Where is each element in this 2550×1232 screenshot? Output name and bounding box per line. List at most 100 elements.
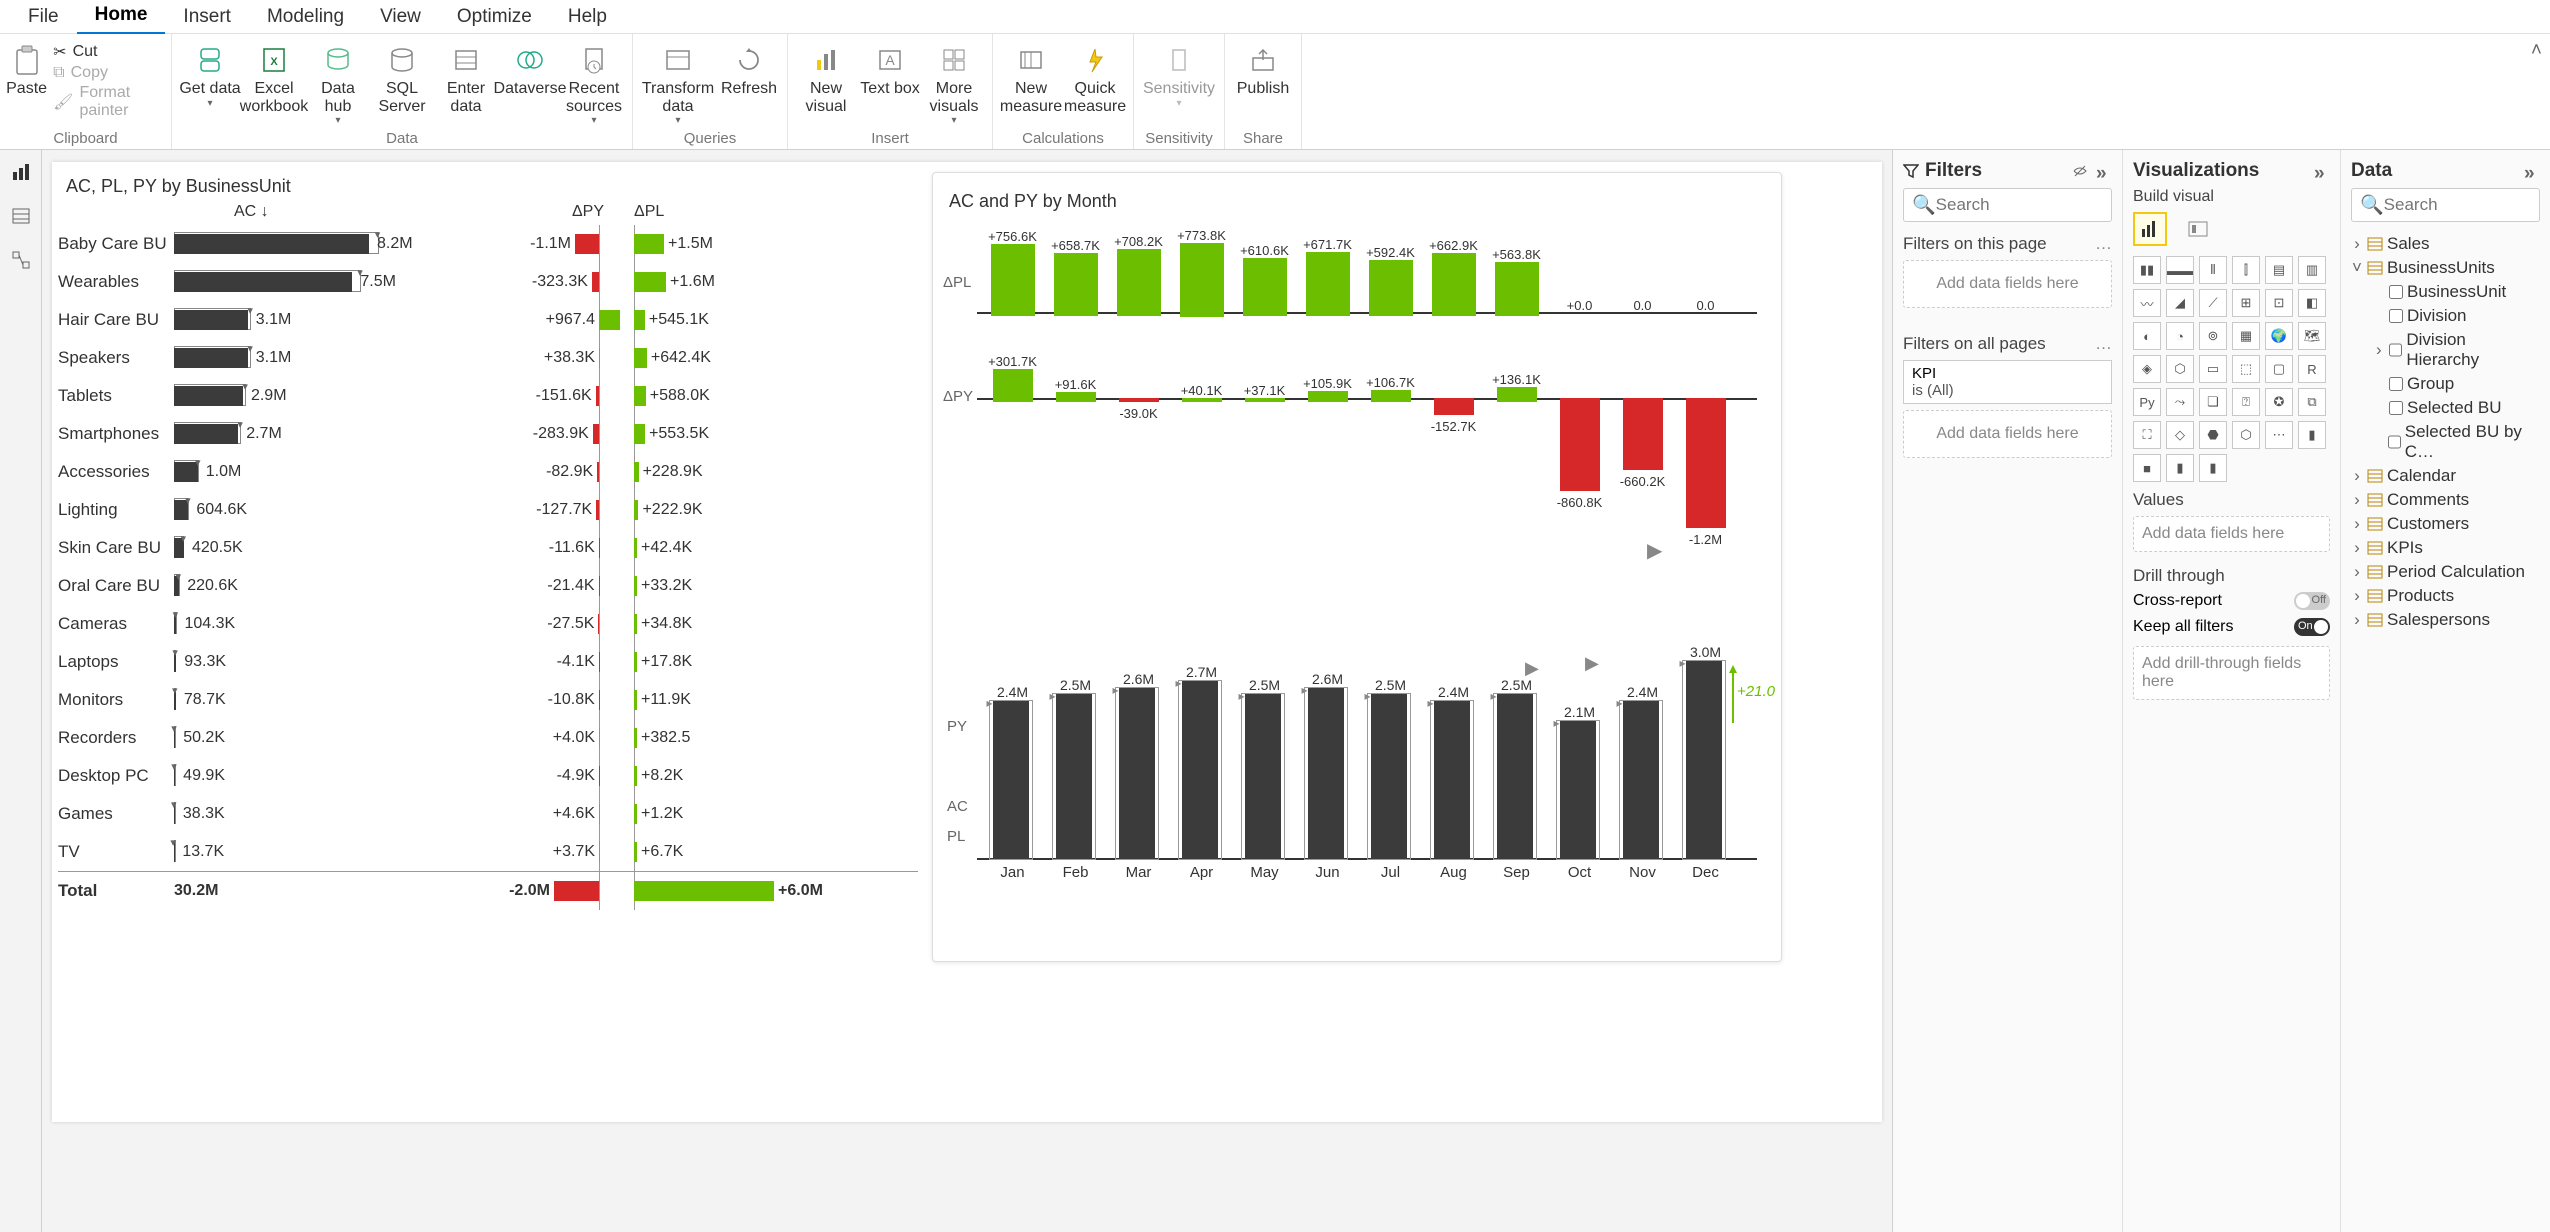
menu-modeling[interactable]: Modeling [249, 0, 362, 34]
enter-data-button[interactable]: Enter data [434, 38, 498, 115]
viz-type-item[interactable]: ⟋ [2199, 289, 2227, 317]
tree-table-sales[interactable]: ›Sales [2351, 232, 2540, 256]
kpi-filter-card[interactable]: KPI is (All) [1903, 360, 2112, 404]
tree-field[interactable]: Selected BU [2351, 396, 2540, 420]
viz-type-item[interactable]: ✪ [2265, 388, 2293, 416]
field-checkbox[interactable] [2389, 377, 2403, 391]
data-search[interactable]: 🔍 [2351, 188, 2540, 222]
field-checkbox[interactable] [2389, 285, 2403, 299]
menu-optimize[interactable]: Optimize [439, 0, 550, 34]
field-checkbox[interactable] [2389, 343, 2403, 357]
viz-type-item[interactable]: ⬡ [2232, 421, 2260, 449]
viz-type-item[interactable]: ◇ [2166, 421, 2194, 449]
cut-button[interactable]: ✂Cut [53, 42, 165, 62]
transform-data-button[interactable]: Transform data▾ [639, 38, 717, 126]
viz-type-item[interactable]: ■ [2133, 454, 2161, 482]
paste-button[interactable]: Paste [6, 38, 47, 98]
tree-table-period-calculation[interactable]: ›Period Calculation [2351, 560, 2540, 584]
report-view-icon[interactable] [9, 160, 33, 184]
viz-type-item[interactable]: ⬚ [2232, 355, 2260, 383]
viz-type-item[interactable]: ◔ [2166, 322, 2194, 350]
play-icon[interactable]: ▶ [1525, 658, 1539, 679]
menu-help[interactable]: Help [550, 0, 625, 34]
tree-field[interactable]: › Division Hierarchy [2351, 328, 2540, 372]
viz-type-item[interactable]: ⬣ [2199, 421, 2227, 449]
get-data-button[interactable]: Get data▾ [178, 38, 242, 109]
field-checkbox[interactable] [2389, 401, 2403, 415]
values-drop[interactable]: Add data fields here [2133, 516, 2330, 552]
viz-type-item[interactable]: ⫴ [2199, 256, 2227, 284]
play-icon[interactable]: ▶ [1585, 653, 1599, 674]
viz-type-item[interactable]: ⊚ [2199, 322, 2227, 350]
viz-type-item[interactable]: ▦ [2232, 322, 2260, 350]
format-visual-tab[interactable] [2181, 212, 2215, 246]
month-chart-visual[interactable]: AC and PY by Month ΔPL +756.6K+658.7K+70… [932, 172, 1782, 962]
tree-table-comments[interactable]: ›Comments [2351, 488, 2540, 512]
more-visuals-button[interactable]: More visuals▾ [922, 38, 986, 126]
menu-home[interactable]: Home [77, 0, 166, 35]
viz-type-item[interactable]: R [2298, 355, 2326, 383]
viz-type-item[interactable]: ⬡ [2166, 355, 2194, 383]
menu-insert[interactable]: Insert [165, 0, 249, 34]
viz-type-item[interactable]: ⛶ [2133, 421, 2161, 449]
drill-through-drop[interactable]: Add drill-through fields here [2133, 646, 2330, 700]
viz-type-item[interactable]: ▮ [2166, 454, 2194, 482]
viz-type-item[interactable]: ⤳ [2166, 388, 2194, 416]
data-view-icon[interactable] [9, 204, 33, 228]
viz-type-item[interactable]: ⋯ [2265, 421, 2293, 449]
text-box-button[interactable]: AText box [858, 38, 922, 98]
viz-type-item[interactable]: ◐ [2133, 322, 2161, 350]
tree-table-businessunits[interactable]: ˅BusinessUnits [2351, 256, 2540, 280]
tree-table-kpis[interactable]: ›KPIs [2351, 536, 2540, 560]
sql-server-button[interactable]: SQL Server [370, 38, 434, 115]
viz-type-item[interactable]: ⊡ [2265, 289, 2293, 317]
viz-type-item[interactable]: ▮ [2199, 454, 2227, 482]
page-filters-drop[interactable]: Add data fields here [1903, 260, 2112, 308]
expand-viz-icon[interactable]: » [2314, 163, 2330, 179]
viz-type-item[interactable]: ⧉ [2298, 388, 2326, 416]
keep-all-filters-toggle[interactable]: On [2294, 618, 2330, 636]
viz-type-item[interactable]: ▤ [2265, 256, 2293, 284]
tree-table-salespersons[interactable]: ›Salespersons [2351, 608, 2540, 632]
report-canvas[interactable]: AC, PL, PY by BusinessUnit AC ↓ ΔPY ΔPL … [42, 150, 1892, 1232]
viz-type-item[interactable]: ◢ [2166, 289, 2194, 317]
field-checkbox[interactable] [2388, 435, 2401, 449]
menu-file[interactable]: File [10, 0, 77, 34]
filters-search[interactable]: 🔍 [1903, 188, 2112, 222]
new-measure-button[interactable]: New measure [999, 38, 1063, 115]
field-checkbox[interactable] [2389, 309, 2403, 323]
viz-type-item[interactable]: ⍰ [2232, 388, 2260, 416]
menu-view[interactable]: View [362, 0, 439, 34]
all-filters-drop[interactable]: Add data fields here [1903, 410, 2112, 458]
expand-data-icon[interactable]: » [2524, 163, 2540, 179]
viz-type-item[interactable]: ▭ [2199, 355, 2227, 383]
model-view-icon[interactable] [9, 248, 33, 272]
play-icon[interactable]: ▶ [1647, 538, 1662, 563]
viz-type-item[interactable]: ▬▬ [2166, 256, 2194, 284]
data-hub-button[interactable]: Data hub▾ [306, 38, 370, 126]
new-visual-button[interactable]: New visual [794, 38, 858, 115]
viz-type-item[interactable]: ▥ [2298, 256, 2326, 284]
viz-type-item[interactable]: ⊞ [2232, 289, 2260, 317]
quick-measure-button[interactable]: Quick measure [1063, 38, 1127, 115]
viz-type-item[interactable]: Py [2133, 388, 2161, 416]
viz-type-item[interactable]: ▢ [2265, 355, 2293, 383]
excel-workbook-button[interactable]: XExcel workbook [242, 38, 306, 115]
publish-button[interactable]: Publish [1231, 38, 1295, 98]
data-search-input[interactable] [2384, 195, 2550, 215]
tree-field[interactable]: Group [2351, 372, 2540, 396]
viz-type-item[interactable]: 🗺 [2298, 322, 2326, 350]
tree-field[interactable]: BusinessUnit [2351, 280, 2540, 304]
viz-type-item[interactable]: ⫿ [2232, 256, 2260, 284]
viz-type-item[interactable]: ▮ [2298, 421, 2326, 449]
tree-table-calendar[interactable]: ›Calendar [2351, 464, 2540, 488]
tree-field[interactable]: Division [2351, 304, 2540, 328]
viz-type-item[interactable]: ❏ [2199, 388, 2227, 416]
recent-sources-button[interactable]: Recent sources▾ [562, 38, 626, 126]
tree-table-products[interactable]: ›Products [2351, 584, 2540, 608]
refresh-button[interactable]: Refresh [717, 38, 781, 98]
ribbon-collapse-icon[interactable]: ˄ [2531, 40, 2542, 62]
tree-field[interactable]: Selected BU by C… [2351, 420, 2540, 464]
bu-chart-visual[interactable]: AC, PL, PY by BusinessUnit AC ↓ ΔPY ΔPL … [58, 168, 918, 909]
viz-type-item[interactable]: ▮▮ [2133, 256, 2161, 284]
